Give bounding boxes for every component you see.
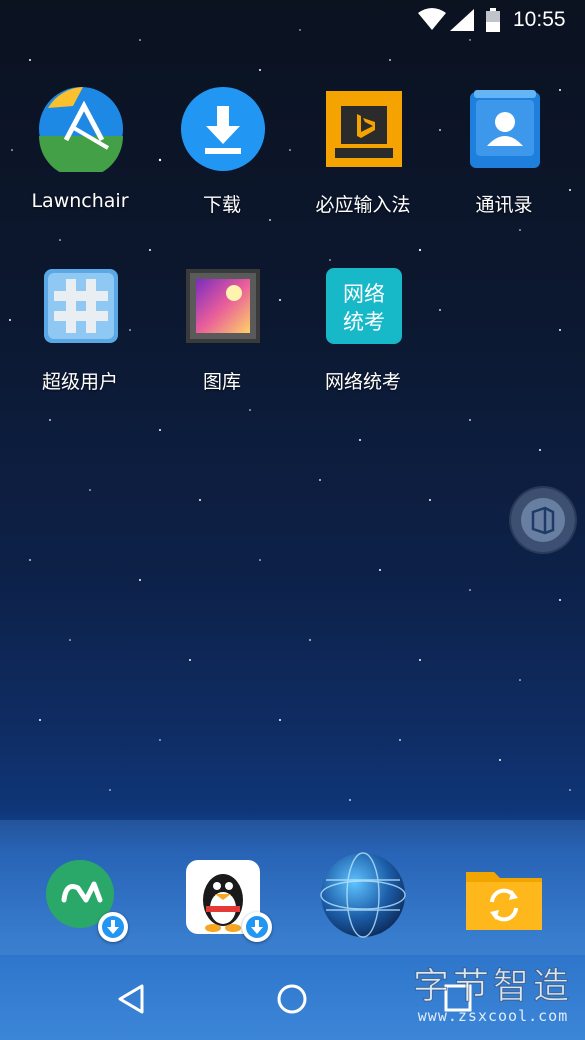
app-label: 下载 <box>202 194 241 216</box>
watermark-title: 字节智造 <box>412 966 573 1007</box>
icon-text-line-1: 网络 <box>343 282 385 306</box>
dock-browser[interactable] <box>318 850 408 940</box>
floating-assistant-button[interactable] <box>511 488 575 552</box>
app-label: 超级用户 <box>41 371 118 393</box>
dock-app-store[interactable] <box>36 850 128 942</box>
app-wangluo-tongkao[interactable]: 网络 统考 网络统考 <box>293 263 433 413</box>
folder-sync-icon <box>466 872 542 930</box>
lawnchair-icon <box>38 86 124 178</box>
dock-qq[interactable] <box>180 850 272 942</box>
app-bing-input[interactable]: 必应输入法 <box>293 86 433 236</box>
wangluo-tongkao-icon: 网络 统考 <box>321 263 407 349</box>
back-icon <box>118 984 144 1014</box>
cell-signal-icon <box>450 9 474 31</box>
download-icon <box>180 86 266 172</box>
dock <box>0 820 585 955</box>
bing-keyboard-icon <box>321 86 407 172</box>
app-label: 网络统考 <box>324 371 401 393</box>
app-label: Lawnchair <box>31 190 129 212</box>
app-gallery[interactable]: 图库 <box>152 263 292 413</box>
clock: 10:55 <box>513 8 566 31</box>
wifi-icon <box>418 8 446 30</box>
home-icon <box>277 984 307 1014</box>
app-lawnchair[interactable]: Lawnchair <box>10 86 150 236</box>
app-label: 必应输入法 <box>315 194 411 216</box>
download-badge-icon <box>98 912 128 942</box>
home-button[interactable] <box>272 978 312 1018</box>
gallery-icon <box>180 263 266 349</box>
download-badge-icon <box>242 912 272 942</box>
app-label: 图库 <box>202 371 241 393</box>
globe-browser-icon <box>320 852 406 938</box>
back-button[interactable] <box>112 978 152 1018</box>
watermark: 字节智造 www.zsxcool.com <box>404 966 582 1037</box>
battery-icon <box>486 8 500 32</box>
superuser-hash-icon <box>38 263 124 349</box>
app-label: 通讯录 <box>475 194 533 216</box>
watermark-url: www.zsxcool.com <box>417 1007 569 1025</box>
dock-file-sync[interactable] <box>462 850 552 940</box>
cube-icon <box>521 498 565 542</box>
app-superuser[interactable]: 超级用户 <box>10 263 150 413</box>
icon-text-line-2: 统考 <box>343 310 385 334</box>
status-bar: 10:55 <box>0 0 585 42</box>
app-download[interactable]: 下载 <box>152 86 292 236</box>
contacts-icon <box>462 86 548 172</box>
app-contacts[interactable]: 通讯录 <box>434 86 574 236</box>
